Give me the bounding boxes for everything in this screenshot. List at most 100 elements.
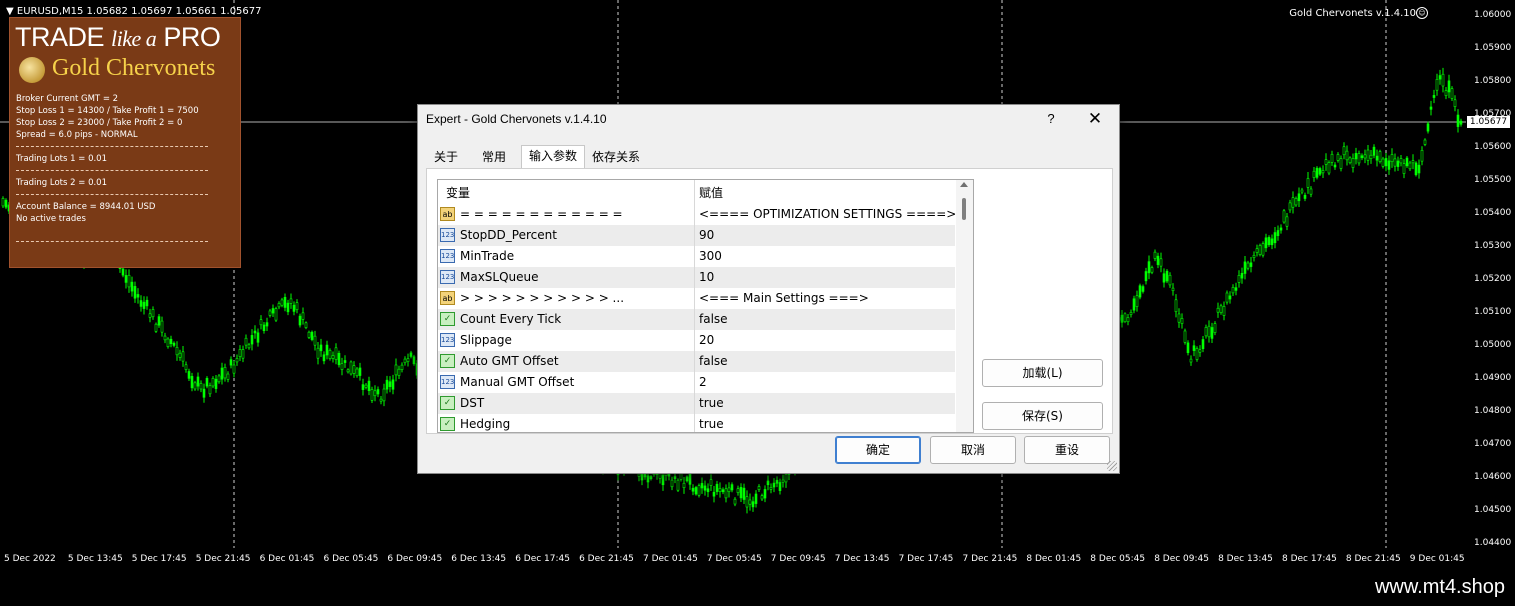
parameter-row[interactable]: 123 MinTrade 300 (438, 246, 955, 267)
stop-loss-2: Stop Loss 2 = 23000 / Take Profit 2 = 0 (16, 118, 183, 128)
candle-body (1429, 106, 1433, 110)
expert-properties-dialog[interactable]: Expert - Gold Chervonets v.1.4.10 ? ✕ 关于… (417, 104, 1120, 474)
parameter-value[interactable]: 20 (699, 333, 714, 347)
price-tick-label: 1.05100 (1474, 307, 1512, 317)
candle-body (205, 377, 209, 387)
candle-body (247, 344, 251, 349)
candle-body (1444, 90, 1448, 96)
parameter-value[interactable]: false (699, 312, 728, 326)
parameter-name: Manual GMT Offset (460, 375, 575, 389)
tab-about[interactable]: 关于 (426, 147, 466, 167)
candle-body (1297, 193, 1301, 202)
candle-body (1342, 146, 1346, 156)
candle-body (733, 498, 737, 505)
reset-button[interactable]: 重设 (1024, 436, 1110, 464)
candle-body (727, 487, 731, 493)
candle-body (1135, 295, 1139, 307)
candle-body (1270, 238, 1274, 246)
column-divider (694, 393, 695, 414)
candle-body (124, 275, 128, 283)
parameter-row[interactable]: ✓ Hedging true (438, 414, 955, 432)
candle-body (130, 281, 134, 292)
candle-body (1264, 237, 1268, 249)
parameter-row[interactable]: 123 Slippage 20 (438, 330, 955, 351)
parameter-value[interactable]: <==== OPTIMIZATION SETTINGS ====> (699, 207, 956, 221)
parameter-value[interactable]: 90 (699, 228, 714, 242)
parameter-value[interactable]: 300 (699, 249, 722, 263)
price-tick-label: 1.04400 (1474, 538, 1512, 548)
candle-body (292, 304, 296, 312)
parameter-row[interactable]: 123 StopDD_Percent 90 (438, 225, 955, 246)
parameter-value[interactable]: <=== Main Settings ===> (699, 291, 869, 305)
close-button[interactable]: ✕ (1083, 108, 1107, 130)
scroll-thumb[interactable] (962, 198, 966, 220)
parameters-grid[interactable]: 变量 赋值 ab = = = = = = = = = = = = <==== OPT… (437, 179, 974, 433)
candle-body (1258, 245, 1262, 255)
candle-body (1234, 287, 1238, 291)
candle-body (373, 390, 377, 397)
price-tick-label: 1.05000 (1474, 340, 1512, 350)
tab-dependencies[interactable]: 依存关系 (586, 147, 646, 167)
smiley-icon[interactable]: ☺ (1416, 7, 1428, 19)
candle-body (1336, 154, 1340, 161)
boolean-type-icon: ✓ (440, 417, 455, 431)
candle-body (364, 384, 368, 388)
ok-button[interactable]: 确定 (835, 436, 921, 464)
candle-body (403, 358, 407, 364)
cancel-button[interactable]: 取消 (930, 436, 1016, 464)
candle-body (340, 363, 344, 370)
candle-body (232, 364, 236, 374)
tab-common[interactable]: 常用 (474, 147, 514, 167)
candle-body (283, 296, 287, 308)
parameter-row[interactable]: 123 Manual GMT Offset 2 (438, 372, 955, 393)
candle-body (1279, 227, 1283, 231)
candle-body (361, 384, 365, 390)
column-variable[interactable]: 变量 (446, 184, 470, 201)
vertical-scrollbar[interactable] (956, 180, 973, 432)
candle-body (1417, 164, 1421, 174)
price-tick-label: 1.04700 (1474, 439, 1512, 449)
candle-body (712, 491, 716, 497)
parameter-value[interactable]: true (699, 396, 724, 410)
candle-body (1411, 160, 1415, 164)
parameter-value[interactable]: 2 (699, 375, 707, 389)
column-divider (694, 351, 695, 372)
load-button[interactable]: 加载(L) (982, 359, 1103, 387)
candle-body (1168, 274, 1172, 286)
footer-bar: www.mt4.shop (0, 572, 1515, 606)
candle-body (331, 355, 335, 359)
parameter-name: MinTrade (460, 249, 515, 263)
candle-body (1150, 267, 1154, 273)
candle-body (199, 383, 203, 390)
candle-body (310, 331, 314, 340)
parameter-row[interactable]: ✓ Count Every Tick false (438, 309, 955, 330)
parameter-row[interactable]: ✓ Auto GMT Offset false (438, 351, 955, 372)
candle-body (766, 480, 770, 486)
parameter-value[interactable]: true (699, 417, 724, 431)
candle-body (1360, 155, 1364, 159)
column-divider (694, 267, 695, 288)
parameter-value[interactable]: 10 (699, 270, 714, 284)
boolean-type-icon: ✓ (440, 354, 455, 368)
tab-bar: 关于 常用 输入参数 依存关系 (426, 145, 1116, 169)
save-button[interactable]: 保存(S) (982, 402, 1103, 430)
parameter-row[interactable]: ✓ DST true (438, 393, 955, 414)
column-divider (694, 225, 695, 246)
candle-body (148, 313, 152, 318)
parameter-row[interactable]: 123 MaxSLQueue 10 (438, 267, 955, 288)
parameter-row[interactable]: ab = = = = = = = = = = = = <==== OPTIMIZAT… (438, 204, 956, 225)
column-value[interactable]: 赋值 (699, 184, 723, 201)
scroll-up-icon[interactable] (960, 182, 968, 187)
dropdown-arrow-icon[interactable]: ▼ (6, 6, 14, 17)
candle-body (1138, 285, 1142, 298)
candle-body (295, 302, 299, 310)
tab-inputs[interactable]: 输入参数 (521, 145, 585, 169)
resize-grip-icon[interactable] (1107, 461, 1117, 471)
candle-body (355, 368, 359, 377)
candle-body (142, 301, 146, 309)
parameter-row[interactable]: ab > > > > > > > > > > > ... <=== Main Set… (438, 288, 955, 309)
time-tick-label: 7 Dec 05:45 (706, 554, 762, 564)
parameter-value[interactable]: false (699, 354, 728, 368)
candle-body (1153, 251, 1157, 259)
help-button[interactable]: ? (1041, 108, 1061, 130)
